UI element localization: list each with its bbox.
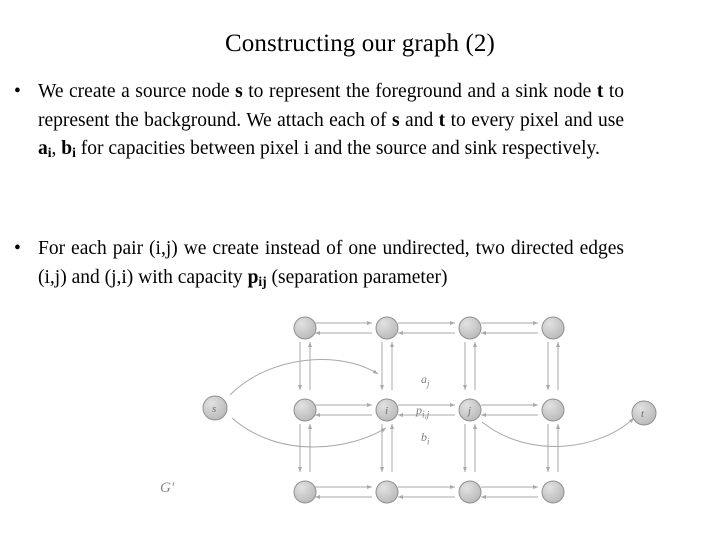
text-run: a	[38, 138, 48, 159]
graph-name-label: G'	[160, 480, 175, 496]
slide: Constructing our graph (2) • We create a…	[0, 0, 720, 540]
sink-capacity-label: bi	[421, 430, 430, 447]
page-title: Constructing our graph (2)	[225, 30, 495, 57]
terminal-nodes	[202, 395, 657, 426]
text-run: (separation parameter)	[266, 266, 448, 288]
text-run: to every pixel and use	[445, 109, 624, 131]
text-run: b	[61, 138, 73, 159]
bullet-text-1: We create a source node s to represent t…	[38, 78, 624, 165]
text-run: ,	[51, 138, 62, 159]
bullet-item-2: • For each pair (i,j) we create instead …	[14, 235, 624, 293]
bullet-marker: •	[14, 238, 21, 259]
text-run: ij	[258, 273, 267, 289]
edge-capacity-label: pi,j	[416, 403, 430, 420]
text-run: s	[392, 109, 400, 131]
source-node-label: s	[212, 403, 216, 415]
text-run: We create a source node	[38, 81, 236, 102]
source-capacity-label: aj	[421, 372, 430, 389]
terminal-edges	[229, 359, 635, 448]
text-run: s	[235, 81, 243, 102]
text-run: i	[47, 145, 52, 160]
text-run: to represent the foreground and a sink n…	[242, 81, 597, 102]
bullet-text-2: For each pair (i,j) we create instead of…	[38, 235, 624, 293]
graph-figure: s t i j aj pi,j bi G'	[150, 300, 690, 530]
bullet-item-1: • We create a source node s to represent…	[14, 78, 624, 165]
text-run: for capacities between pixel i and the s…	[75, 138, 600, 159]
bullet-marker: •	[14, 81, 21, 102]
node-i-label: i	[385, 405, 388, 417]
text-run: i	[72, 145, 76, 160]
text-run: and	[399, 109, 439, 131]
text-run: p	[247, 266, 259, 288]
